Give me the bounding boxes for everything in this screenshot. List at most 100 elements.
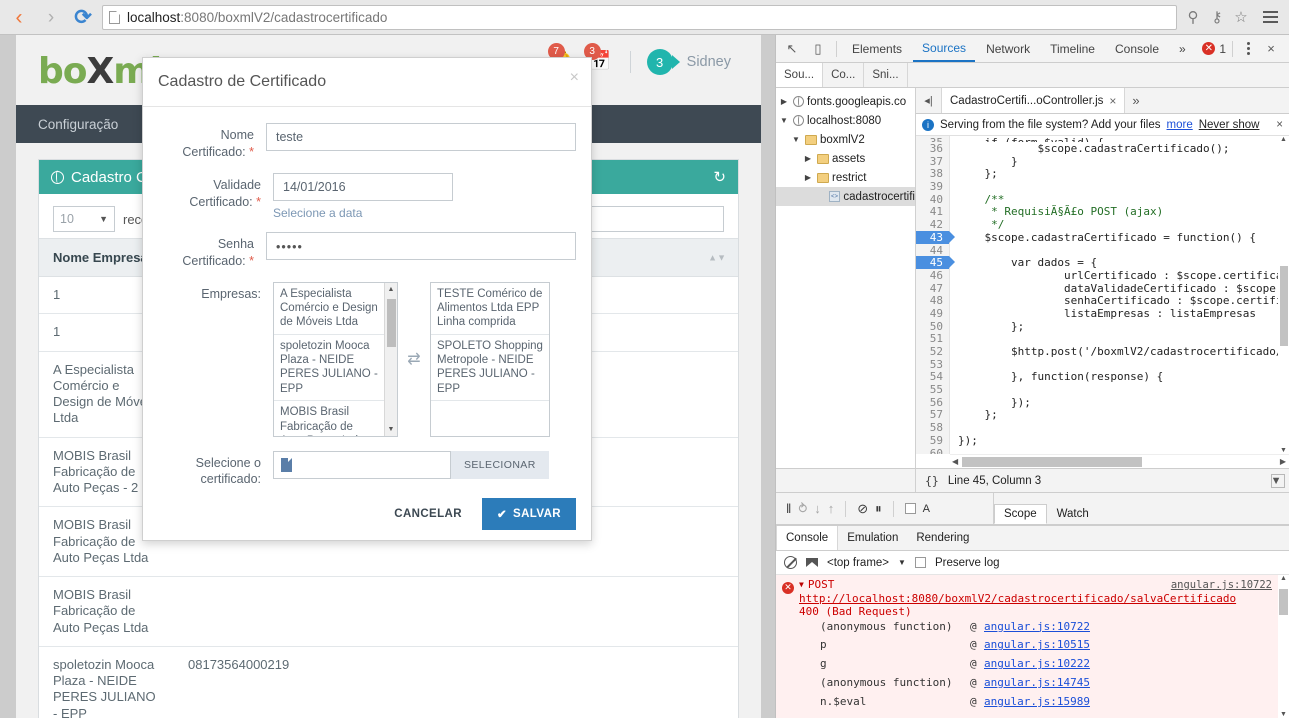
chevron-down-icon[interactable]: ▼ — [898, 558, 906, 567]
line-number[interactable]: 59 — [916, 433, 950, 447]
drawer-tab-emulation[interactable]: Emulation — [838, 526, 907, 550]
code-line[interactable]: 40 /** — [916, 192, 1289, 206]
breakpoint-marker[interactable]: 43 — [916, 230, 955, 244]
tab-scope[interactable]: Scope — [994, 504, 1047, 524]
deactivate-breakpoints-icon[interactable]: ⊘ — [857, 501, 868, 517]
refresh-icon[interactable]: ↻ — [713, 168, 726, 186]
list-item[interactable]: A Especialista Comércio e Design de Móve… — [274, 283, 384, 335]
console-scroll-thumb[interactable] — [1279, 589, 1288, 615]
tab-console[interactable]: Console — [1106, 35, 1168, 62]
subtab-snippets[interactable]: Sni... — [864, 63, 908, 87]
table-search-input[interactable] — [574, 206, 724, 232]
tab-network[interactable]: Network — [977, 35, 1039, 62]
code-line[interactable]: 59}); — [916, 433, 1289, 447]
tab-timeline[interactable]: Timeline — [1041, 35, 1104, 62]
line-number[interactable]: 48 — [916, 294, 950, 307]
save-button[interactable]: ✔ SALVAR — [481, 498, 576, 530]
close-icon[interactable]: × — [570, 70, 579, 86]
inspect-element-icon[interactable]: ↖ — [780, 37, 804, 61]
swap-icon[interactable]: ⇄ — [398, 282, 430, 437]
list-scroll-down-icon[interactable]: ▼ — [385, 423, 397, 436]
preserve-log-checkbox[interactable] — [914, 557, 926, 568]
console-scrollbar[interactable]: ▲ ▼ — [1278, 575, 1289, 718]
breakpoint-marker[interactable]: 45 — [916, 256, 955, 269]
file-path-input[interactable] — [273, 450, 451, 479]
step-over-icon[interactable]: ⥁ — [798, 501, 807, 517]
pause-on-exceptions-icon[interactable]: ⏸ — [875, 501, 882, 517]
line-number[interactable]: 54 — [916, 370, 950, 383]
empresas-available-list[interactable]: A Especialista Comércio e Design de Móve… — [273, 281, 398, 437]
expand-triangle-icon[interactable]: ▼ — [799, 580, 804, 589]
tree-node[interactable]: ▶ fonts.googleapis.co — [776, 92, 915, 111]
step-out-icon[interactable]: ↑ — [828, 501, 835, 516]
available-scroll-thumb[interactable] — [387, 298, 396, 347]
cancel-button[interactable]: CANCELAR — [388, 500, 468, 528]
menu-icon[interactable] — [1257, 4, 1283, 30]
code-line[interactable]: 44 — [916, 243, 1289, 257]
subtab-sources[interactable]: Sou... — [776, 63, 824, 87]
user-menu[interactable]: 3 Sidney — [646, 49, 731, 75]
senha-certificado-input[interactable]: ••••• — [266, 231, 576, 260]
line-number[interactable]: 52 — [916, 345, 950, 358]
stack-frame-link[interactable]: angular.js:14745 — [984, 674, 1090, 693]
code-content[interactable]: 35 if (form.$valid) {36 $scope.cadastraC… — [916, 136, 1289, 454]
tab-sources[interactable]: Sources — [913, 35, 976, 62]
async-checkbox[interactable] — [904, 503, 916, 514]
list-item[interactable]: MOBIS Brasil Fabricação de Auto Peças Lt… — [274, 401, 384, 435]
line-number[interactable]: 41 — [916, 205, 950, 218]
chevron-right-icon[interactable]: ▶ — [778, 97, 790, 106]
page-size-select[interactable]: 10 ▼ — [53, 206, 115, 232]
tree-node[interactable]: <> cadastrocertifi — [776, 187, 915, 206]
line-number[interactable]: 58 — [916, 421, 950, 434]
code-line[interactable]: 37 } — [916, 154, 1289, 168]
banner-close-icon[interactable]: × — [1276, 119, 1283, 131]
stack-frame-link[interactable]: angular.js:10722 — [984, 618, 1090, 637]
chevron-down-icon[interactable]: ▼ — [778, 116, 790, 125]
devtools-menu-icon[interactable] — [1239, 42, 1257, 55]
tree-node[interactable]: ▶ assets — [776, 149, 915, 168]
console-frame-selector[interactable]: <top frame> — [827, 557, 889, 569]
devtools-close-icon[interactable]: × — [1259, 37, 1283, 61]
chevron-right-icon[interactable]: ▶ — [802, 154, 814, 163]
banner-never-show-link[interactable]: Never show — [1199, 119, 1260, 131]
code-line[interactable]: 39 — [916, 180, 1289, 193]
pretty-print-icon[interactable]: {} — [916, 474, 948, 488]
error-source-link[interactable]: angular.js:10722 — [1171, 579, 1272, 591]
editor-hscroll-thumb[interactable] — [962, 457, 1142, 467]
drawer-tab-rendering[interactable]: Rendering — [907, 526, 978, 550]
line-number[interactable]: 38 — [916, 167, 950, 180]
stack-frame-link[interactable]: angular.js:15989 — [984, 693, 1090, 712]
line-number[interactable]: 47 — [916, 281, 950, 295]
chevron-right-icon[interactable]: ▶ — [802, 173, 814, 182]
code-line[interactable]: 52 $http.post('/boxmlV2/cadastrocertific… — [916, 345, 1289, 358]
table-row[interactable]: spoletozin Mooca Plaza - NEIDE PERES JUL… — [39, 646, 738, 718]
device-toolbar-icon[interactable]: ▯ — [806, 37, 830, 61]
editor-horizontal-scrollbar[interactable]: ◀ ▶ — [950, 454, 1289, 468]
code-line[interactable]: 58 — [916, 421, 1289, 434]
line-number[interactable]: 37 — [916, 154, 950, 168]
editor-scroll-up-icon[interactable]: ▲ — [1278, 136, 1289, 143]
key-icon[interactable]: ⚷ — [1205, 4, 1229, 30]
tree-node[interactable]: ▶ restrict — [776, 168, 915, 187]
line-number[interactable]: 55 — [916, 383, 950, 396]
code-line[interactable]: 36 $scope.cadastraCertificado(); — [916, 142, 1289, 155]
editor-vscroll-thumb[interactable] — [1280, 266, 1288, 346]
line-number[interactable]: 51 — [916, 332, 950, 345]
code-line[interactable]: 45 var dados = { — [916, 256, 1289, 269]
toggle-drawer-icon[interactable]: ▼ — [1271, 473, 1285, 488]
editor-tab-active[interactable]: CadastroCertifi...oController.js × — [942, 88, 1126, 113]
toggle-navigator-icon[interactable]: ◂| — [916, 88, 942, 113]
clear-console-icon[interactable] — [784, 556, 797, 569]
line-number[interactable]: 60 — [916, 446, 950, 454]
code-line[interactable]: 53 — [916, 357, 1289, 371]
empresas-selected-list[interactable]: TESTE Comérico de Alimentos Ltda EPP Lin… — [430, 281, 550, 437]
editor-scroll-right-icon[interactable]: ▶ — [1280, 457, 1286, 466]
subtab-content-scripts[interactable]: Co... — [823, 63, 865, 87]
nav-item-configuracao[interactable]: Configuração — [38, 117, 118, 132]
code-line[interactable]: 56 }); — [916, 395, 1289, 409]
console-scroll-down-icon[interactable]: ▼ — [1278, 711, 1289, 718]
tab-elements[interactable]: Elements — [843, 35, 911, 62]
editor-tab-close-icon[interactable]: × — [1109, 94, 1116, 108]
editor-scroll-left-icon[interactable]: ◀ — [952, 457, 958, 466]
banner-more-link[interactable]: more — [1167, 119, 1193, 131]
